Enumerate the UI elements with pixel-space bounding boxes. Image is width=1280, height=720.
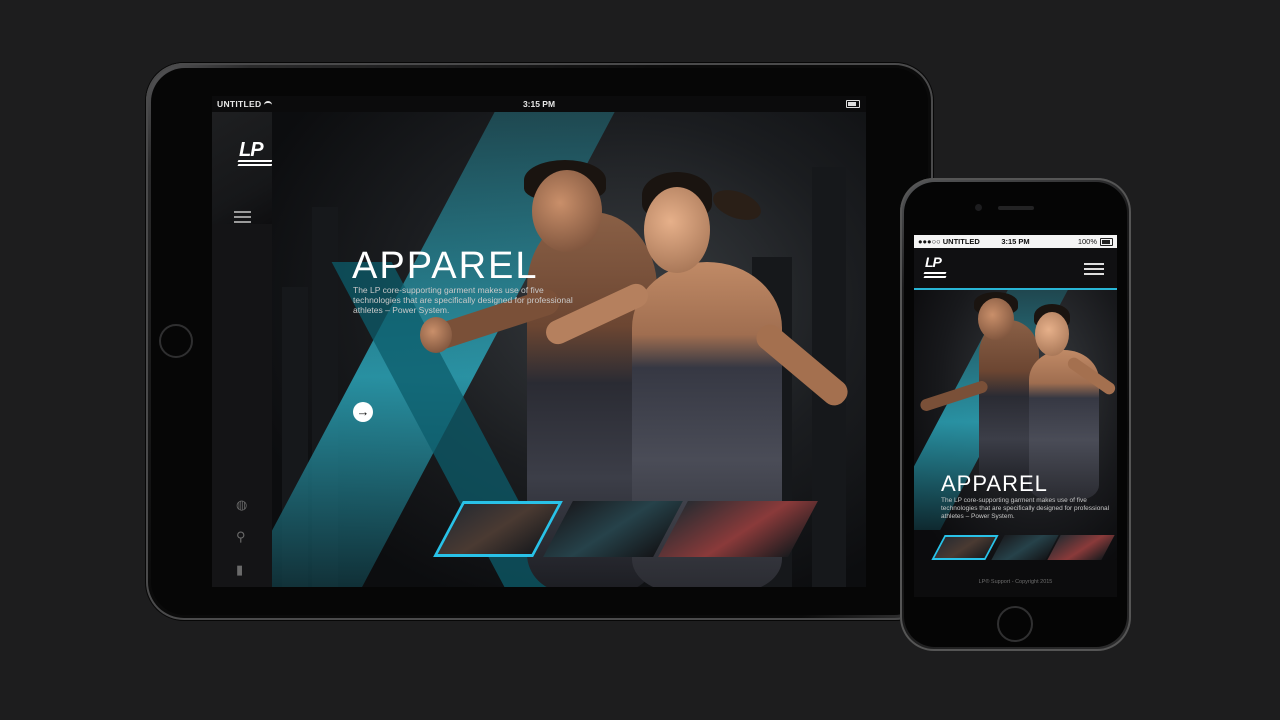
phone-nav-bar: LP	[914, 248, 1117, 290]
phone-thumbnail-carousel	[931, 535, 1115, 560]
phone-hero-description: The LP core-supporting garment makes use…	[941, 497, 1110, 520]
tablet-screen: UNTITLED 3:15 PM LP ◍ ⚲ ▮ APPAREL The LP…	[212, 96, 866, 587]
phone-home-button[interactable]	[997, 606, 1033, 642]
search-icon[interactable]: ⚲	[236, 529, 246, 545]
hero-next-arrow-icon[interactable]: →	[353, 402, 373, 422]
lp-logo-stripes	[237, 160, 273, 169]
tablet-home-button[interactable]	[159, 324, 193, 358]
hero-title: APPAREL	[352, 245, 539, 287]
tablet-hero: APPAREL The LP core-supporting garment m…	[272, 112, 866, 587]
phone-menu-icon[interactable]	[1084, 263, 1104, 278]
phone-battery-icon	[1100, 238, 1113, 246]
phone-speaker	[998, 206, 1034, 210]
tablet-thumbnail-carousel	[433, 501, 828, 561]
phone-screen: ●●●○○ UNTITLED 3:15 PM 100% LP APPAREL T…	[914, 235, 1117, 597]
thumbnail-1[interactable]	[433, 501, 563, 557]
phone-front-camera	[975, 204, 982, 211]
phone-lp-logo[interactable]: LP	[925, 254, 942, 270]
document-icon[interactable]: ▮	[236, 562, 243, 578]
tablet-status-bar: UNTITLED 3:15 PM	[212, 96, 866, 112]
hero-description: The LP core-supporting garment makes use…	[353, 285, 573, 315]
phone-battery-percent: 100%	[1077, 237, 1097, 246]
battery-icon	[846, 100, 860, 108]
tablet-sidebar: LP ◍ ⚲ ▮	[212, 112, 273, 587]
phone-hero: APPAREL The LP core-supporting garment m…	[914, 290, 1117, 560]
menu-icon[interactable]	[234, 211, 251, 226]
tablet-time: 3:15 PM	[522, 99, 556, 109]
thumbnail-3[interactable]	[658, 501, 818, 557]
phone-hero-title: APPAREL	[941, 471, 1048, 496]
phone-logo-stripes	[923, 272, 947, 278]
phone-status-bar: ●●●○○ UNTITLED 3:15 PM 100%	[914, 235, 1117, 248]
device-mockup-stage: UNTITLED 3:15 PM LP ◍ ⚲ ▮ APPAREL The LP…	[0, 0, 1280, 720]
phone-footer-copyright: LP® Support - Copyright 2015	[978, 579, 1053, 585]
phone-thumbnail-3[interactable]	[1047, 535, 1115, 560]
globe-icon[interactable]: ◍	[236, 497, 247, 513]
lp-logo[interactable]: LP	[239, 139, 264, 162]
phone-thumbnail-1[interactable]	[931, 535, 999, 560]
